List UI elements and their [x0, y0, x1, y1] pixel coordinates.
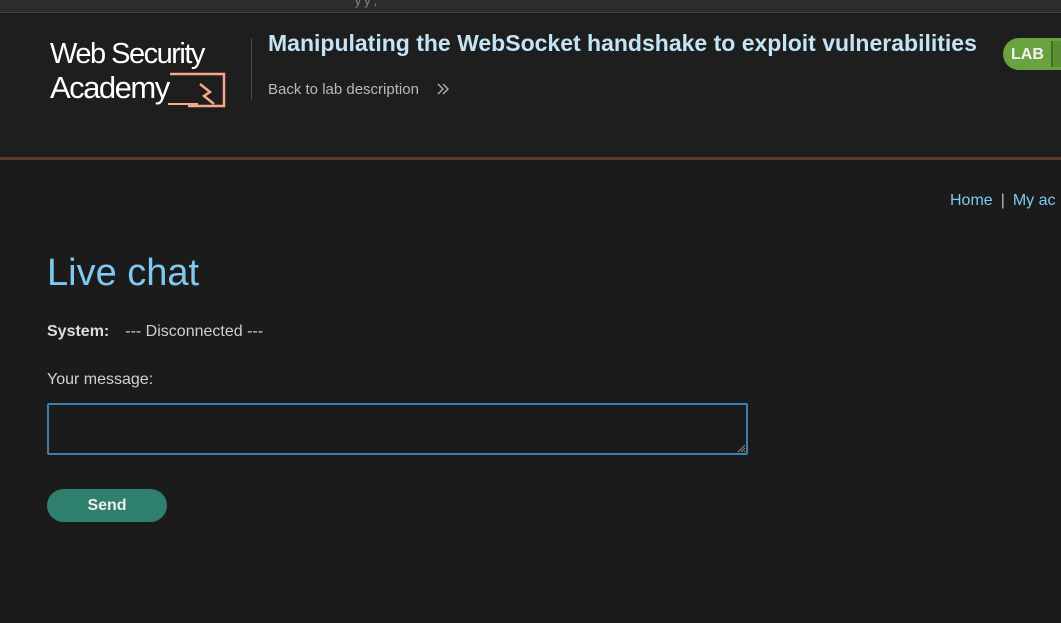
resize-grip-icon[interactable] [736, 443, 746, 453]
logo-text-academy: Academy [50, 70, 171, 105]
chat-message: System: --- Disconnected --- [47, 323, 263, 341]
message-input[interactable] [47, 403, 748, 455]
lab-status-badge: LAB [1003, 38, 1061, 70]
nav-separator: | [1000, 192, 1005, 209]
back-link-label: Back to lab description [268, 81, 419, 98]
page-title: Live chat [47, 252, 200, 294]
message-label: Your message: [47, 371, 154, 388]
double-chevron-right-icon [437, 83, 449, 95]
header-divider [0, 157, 1061, 160]
cut-off-text: y y , [355, 0, 378, 8]
chat-sender: System: [47, 323, 110, 340]
send-button[interactable]: Send [47, 489, 167, 522]
nav-my-account-link[interactable]: My ac [1013, 192, 1056, 209]
top-nav: Home | My ac [950, 192, 1056, 210]
logo-divider [251, 38, 252, 100]
browser-top-strip: y y , [0, 0, 1061, 13]
logo-text-web-security: Web Security [50, 38, 206, 70]
web-security-academy-logo[interactable]: Web Security Academy [48, 36, 248, 110]
nav-home-link[interactable]: Home [950, 192, 993, 209]
lab-title: Manipulating the WebSocket handshake to … [268, 30, 977, 56]
chat-text: --- Disconnected --- [125, 323, 264, 340]
logo-graphic: Web Security Academy [50, 38, 226, 108]
lab-badge-status-segment [1051, 41, 1061, 67]
back-to-lab-description-link[interactable]: Back to lab description [268, 81, 449, 98]
lab-badge-label: LAB [1011, 46, 1044, 63]
logo-lightning-icon [168, 72, 226, 108]
